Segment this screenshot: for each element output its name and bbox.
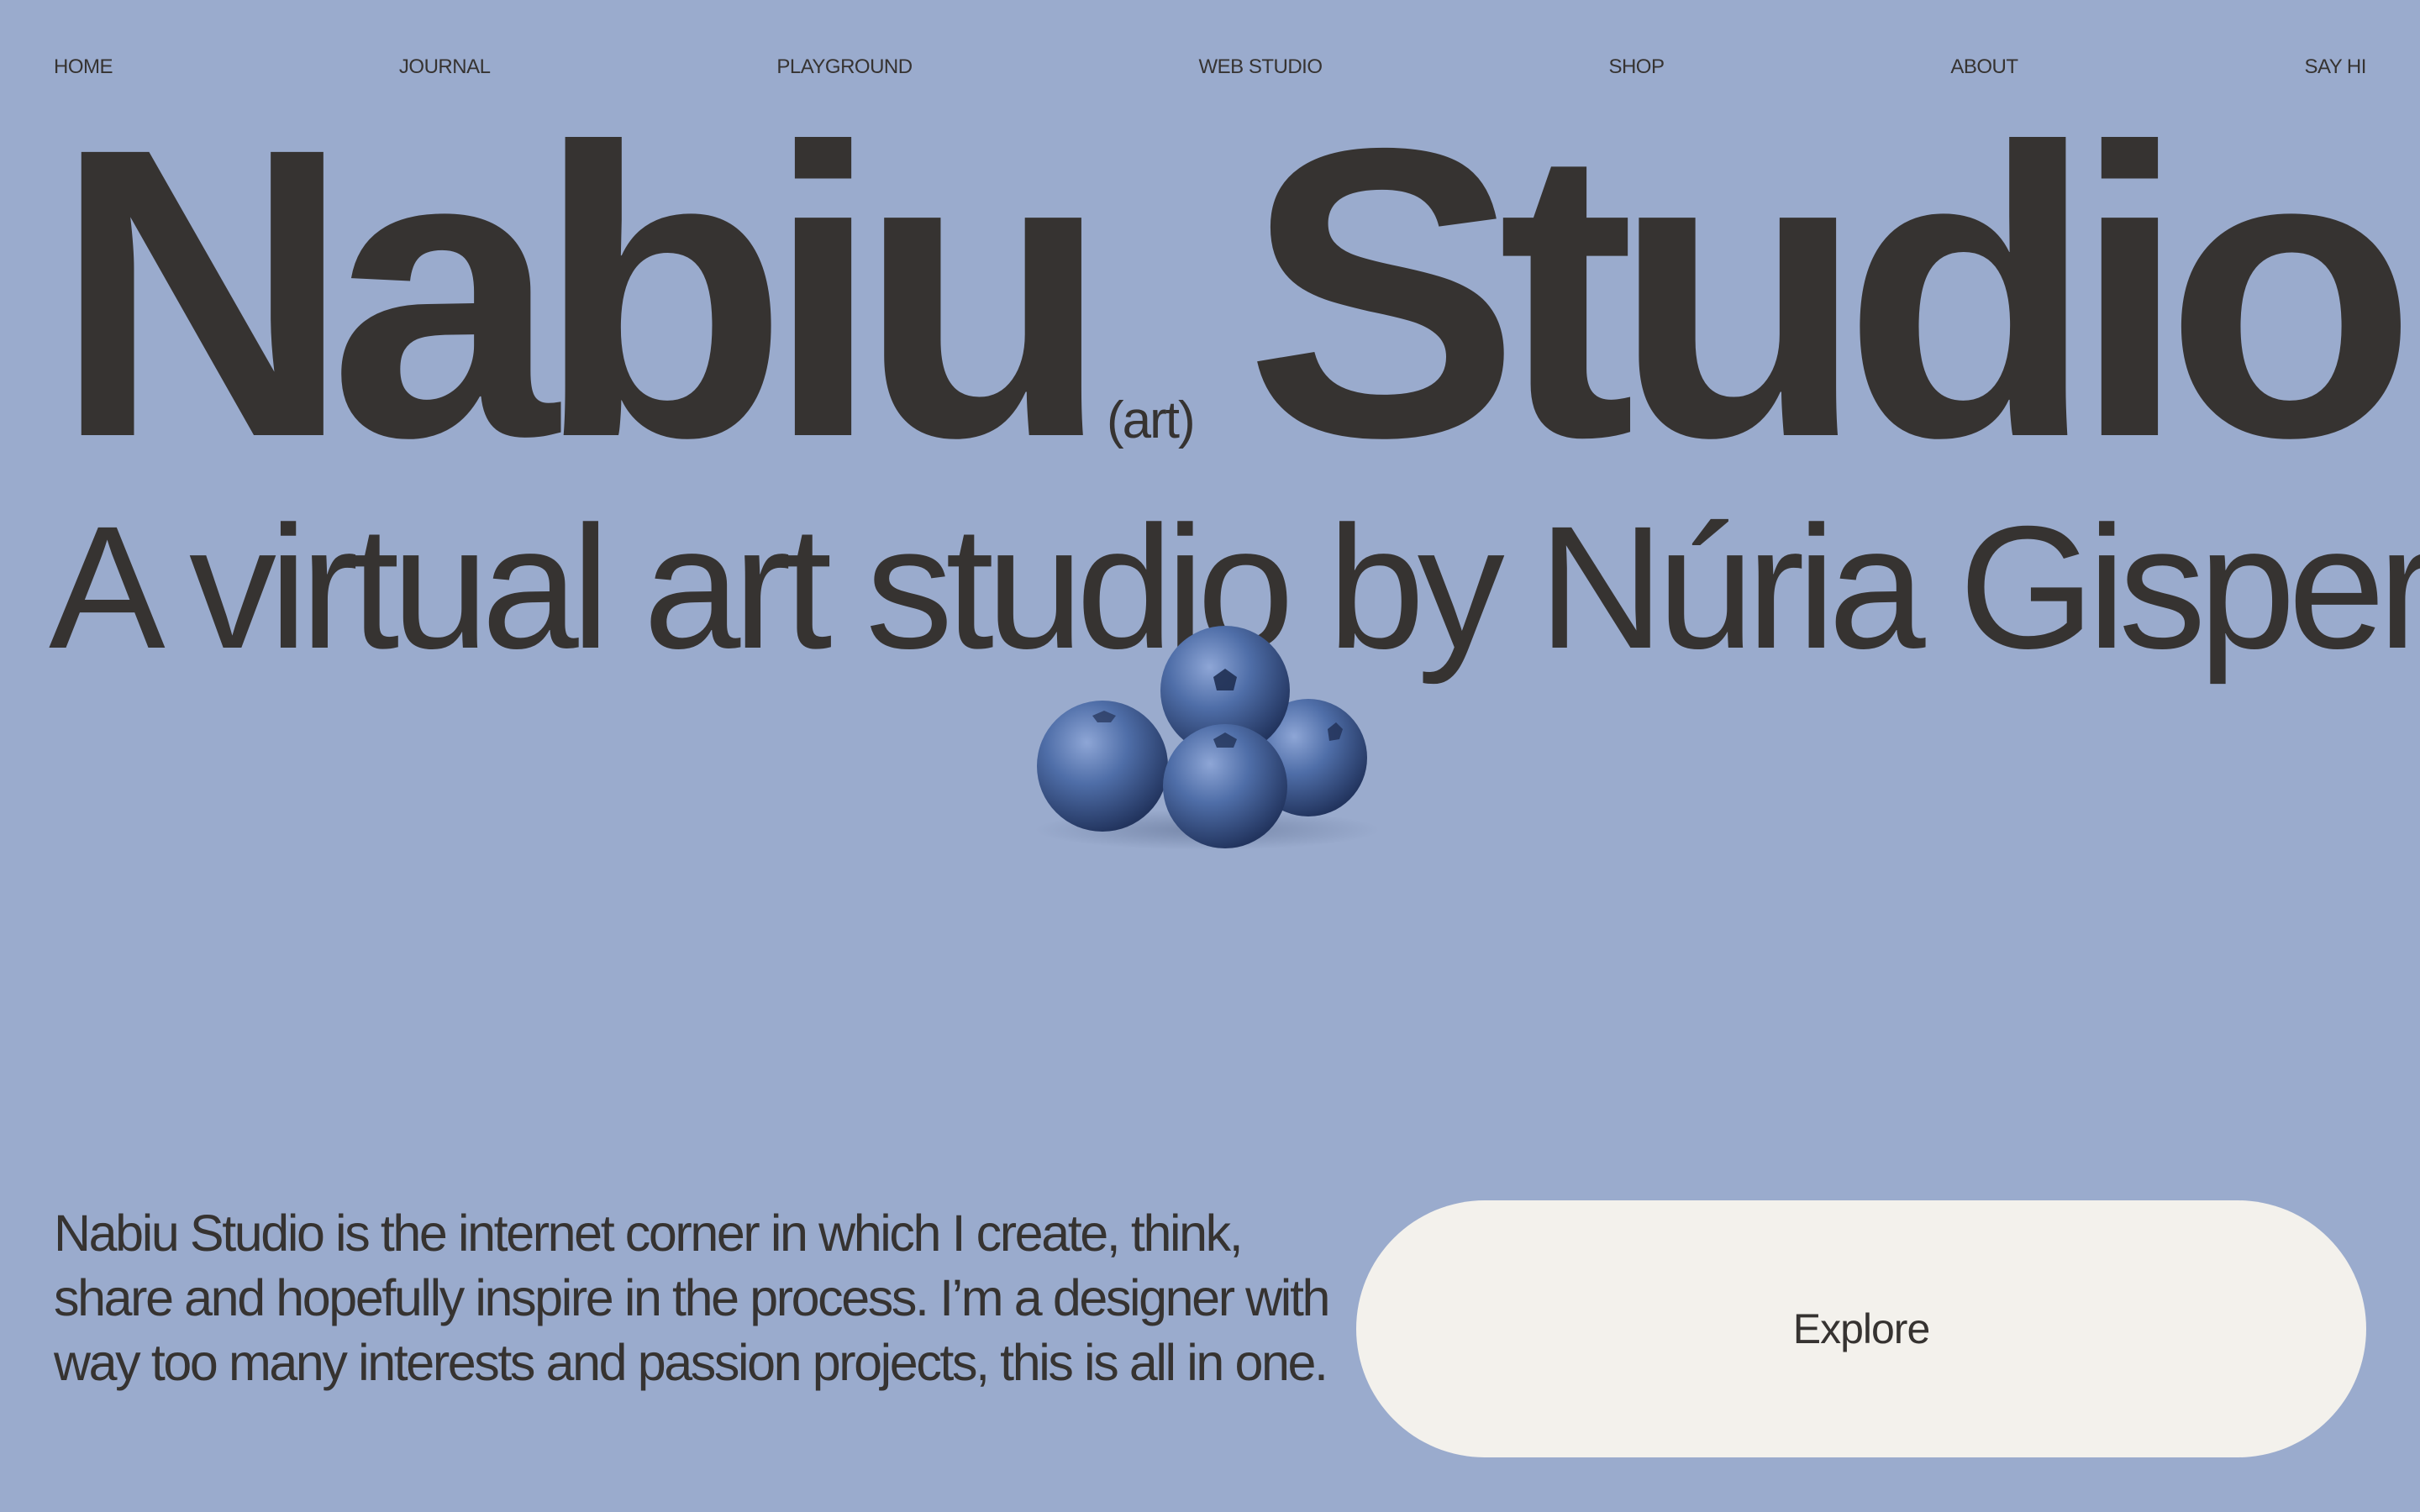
intro-text: Nabiu Studio is the internet corner in w… bbox=[54, 1205, 1330, 1391]
explore-button[interactable]: Explore bbox=[1356, 1200, 2366, 1457]
title-art-label: (art) bbox=[1107, 391, 1196, 449]
title-word-nabiu: Nabiu bbox=[54, 62, 1110, 522]
blueberries-image bbox=[1027, 622, 1397, 874]
hero-title: Nabiu (art) Studio bbox=[54, 62, 2417, 522]
title-word-studio: Studio bbox=[1245, 62, 2417, 522]
blueberries-illustration bbox=[1035, 626, 1380, 850]
